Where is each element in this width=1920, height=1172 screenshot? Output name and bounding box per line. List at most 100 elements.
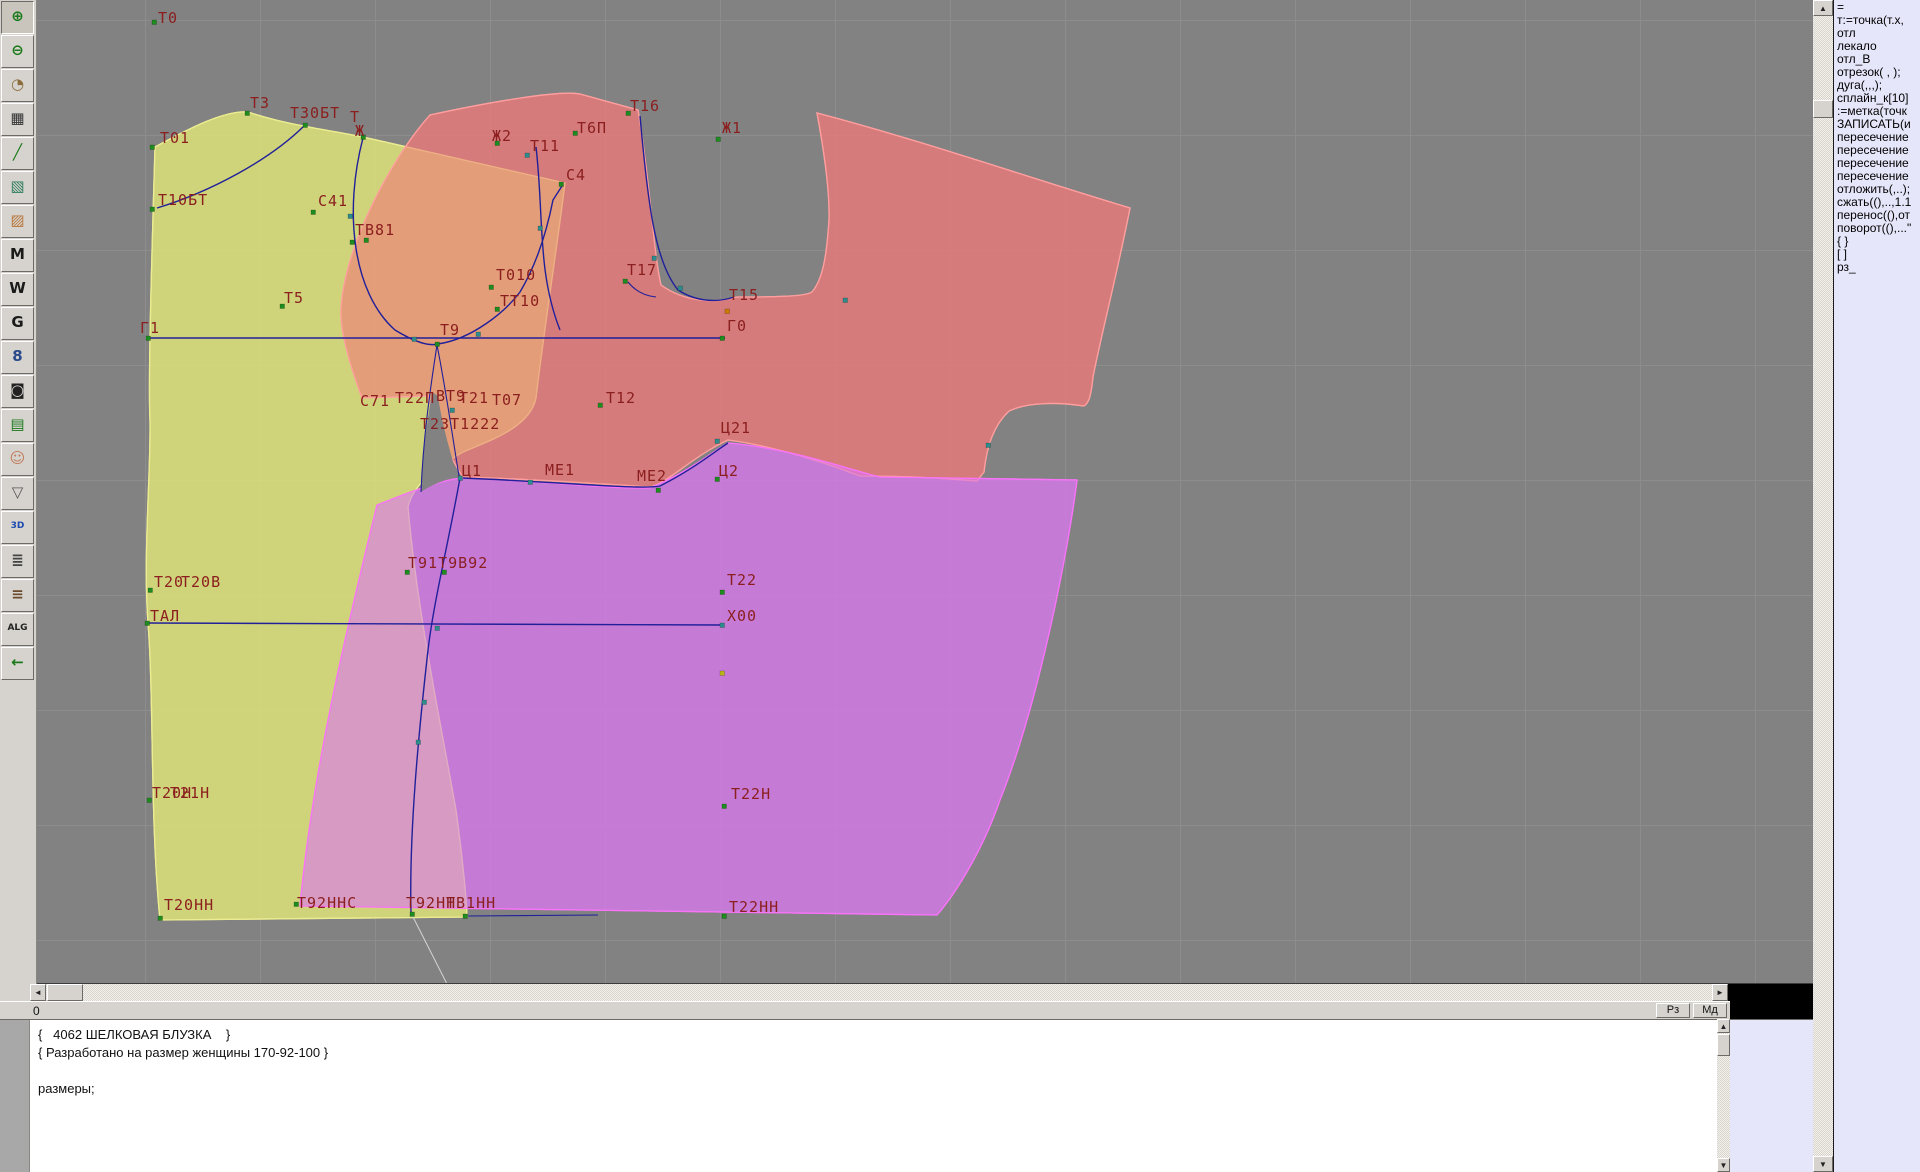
vertical-scroll-thumb[interactable] (1813, 100, 1833, 118)
editor-line[interactable]: размеры; (38, 1080, 1713, 1098)
pattern-point[interactable] (652, 256, 657, 261)
skirt-piece[interactable] (300, 443, 1077, 915)
program-text-editor[interactable]: { 4062 ШЕЛКОВАЯ БЛУЗКА }{ Разработано на… (0, 1019, 1717, 1172)
drawing-canvas[interactable]: Т0Т3Т30БТТЖТ01Ж2Т11Т6ПТ16Ж1С4Т10БТС41ТВ8… (37, 0, 1813, 984)
pattern-point[interactable] (416, 740, 421, 745)
panel-command-line[interactable]: пересечение (1837, 131, 1920, 144)
toolbar-button[interactable]: ≡ (1, 579, 34, 612)
panel-command-line[interactable]: отрезок( , ); (1837, 66, 1920, 79)
pattern-point[interactable] (489, 285, 494, 290)
toolbar-button[interactable]: ▽ (1, 477, 34, 510)
pattern-point[interactable] (303, 123, 308, 128)
panel-command-line[interactable]: ЗАПИСАТЬ(и (1837, 118, 1920, 131)
panel-command-line[interactable]: [ ] (1837, 248, 1920, 261)
scroll-right-button[interactable]: ► (1712, 984, 1728, 1001)
toolbar-button[interactable]: ≣ (1, 545, 34, 578)
toolbar-button[interactable]: W (1, 273, 34, 306)
panel-command-line[interactable]: { } (1837, 235, 1920, 248)
pattern-point[interactable] (720, 590, 725, 595)
horizontal-scroll-thumb[interactable] (47, 984, 83, 1001)
pattern-point[interactable] (559, 182, 564, 187)
panel-command-line[interactable]: отл (1837, 27, 1920, 40)
pattern-point[interactable] (986, 443, 991, 448)
pattern-point[interactable] (245, 111, 250, 116)
panel-command-line[interactable]: отл_В (1837, 53, 1920, 66)
toolbar-button[interactable]: ALG (1, 613, 34, 646)
panel-command-line[interactable]: рз_ (1837, 261, 1920, 274)
toolbar-button[interactable]: 3D (1, 511, 34, 544)
panel-command-line[interactable]: пересечение (1837, 144, 1920, 157)
editor-scroll-thumb[interactable] (1717, 1034, 1730, 1056)
toolbar-button[interactable]: G (1, 307, 34, 340)
scroll-down-button[interactable]: ▼ (1813, 1156, 1833, 1172)
toolbar-button[interactable]: ╱ (1, 137, 34, 170)
editor-line[interactable]: { 4062 ШЕЛКОВАЯ БЛУЗКА } (38, 1026, 1713, 1044)
pattern-point[interactable] (495, 307, 500, 312)
pattern-point[interactable] (410, 912, 415, 917)
pattern-point[interactable] (843, 298, 848, 303)
panel-command-line[interactable]: поворот((),..." (1837, 222, 1920, 235)
pattern-point[interactable] (476, 332, 481, 337)
toolbar-button[interactable]: ⊖ (1, 35, 34, 68)
pattern-point[interactable] (147, 798, 152, 803)
rz-button[interactable]: Рз (1656, 1003, 1690, 1018)
pattern-point[interactable] (678, 286, 683, 291)
pattern-point[interactable] (720, 623, 725, 628)
pattern-point[interactable] (435, 342, 440, 347)
pattern-point[interactable] (623, 279, 628, 284)
panel-command-line[interactable]: пересечение (1837, 170, 1920, 183)
panel-command-line[interactable]: отложить(,..); (1837, 183, 1920, 196)
panel-command-line[interactable]: т:=точка(т.х, (1837, 14, 1920, 27)
toolbar-button[interactable]: ▧ (1, 171, 34, 204)
pattern-point[interactable] (145, 621, 150, 626)
toolbar-button[interactable]: ← (1, 647, 34, 680)
pattern-point[interactable] (152, 20, 157, 25)
editor-line[interactable]: { Разработано на размер женщины 170-92-1… (38, 1044, 1713, 1062)
pattern-point[interactable] (720, 336, 725, 341)
pattern-point[interactable] (350, 240, 355, 245)
pattern-point[interactable] (528, 480, 533, 485)
pattern-point[interactable] (720, 671, 725, 676)
scroll-left-button[interactable]: ◄ (30, 984, 46, 1001)
toolbar-button[interactable]: ⊕ (1, 1, 34, 34)
pattern-point[interactable] (656, 488, 661, 493)
toolbar-button[interactable]: M (1, 239, 34, 272)
vertical-scrollbar[interactable]: ▲ ▼ (1813, 0, 1833, 1172)
panel-command-line[interactable]: = (1837, 1, 1920, 14)
pattern-point[interactable] (150, 145, 155, 150)
pattern-point[interactable] (463, 914, 468, 919)
toolbar-button[interactable]: ☺ (1, 443, 34, 476)
editor-scrollbar[interactable]: ▲ ▼ (1717, 1019, 1730, 1172)
pattern-point[interactable] (722, 804, 727, 809)
pattern-point[interactable] (538, 226, 543, 231)
toolbar-button[interactable]: 8 (1, 341, 34, 374)
pattern-point[interactable] (311, 210, 316, 215)
md-button[interactable]: Мд (1693, 1003, 1727, 1018)
panel-command-line[interactable]: :=метка(точк (1837, 105, 1920, 118)
toolbar-button[interactable]: ▤ (1, 409, 34, 442)
horizontal-scrollbar[interactable]: ◄ ► (30, 984, 1728, 1001)
pattern-point[interactable] (725, 309, 730, 314)
pattern-point[interactable] (435, 626, 440, 631)
editor-scroll-down-button[interactable]: ▼ (1717, 1158, 1730, 1172)
panel-command-line[interactable]: перенос((),от (1837, 209, 1920, 222)
toolbar-button[interactable]: ◙ (1, 375, 34, 408)
pattern-point[interactable] (158, 916, 163, 921)
panel-command-line[interactable]: сжать((),..,1.1 (1837, 196, 1920, 209)
pattern-point[interactable] (715, 439, 720, 444)
toolbar-button[interactable]: ▦ (1, 103, 34, 136)
pattern-point[interactable] (716, 137, 721, 142)
pattern-point[interactable] (598, 403, 603, 408)
panel-command-line[interactable]: дуга(,,,); (1837, 79, 1920, 92)
toolbar-button[interactable]: ◔ (1, 69, 34, 102)
pattern-point[interactable] (525, 153, 530, 158)
panel-command-line[interactable]: лекало (1837, 40, 1920, 53)
editor-scroll-up-button[interactable]: ▲ (1717, 1019, 1730, 1033)
editor-line[interactable] (38, 1062, 1713, 1080)
pattern-point[interactable] (722, 914, 727, 919)
pattern-point[interactable] (450, 408, 455, 413)
panel-command-line[interactable]: пересечение (1837, 157, 1920, 170)
pattern-point[interactable] (348, 214, 353, 219)
pattern-point[interactable] (150, 207, 155, 212)
pattern-point[interactable] (412, 337, 417, 342)
